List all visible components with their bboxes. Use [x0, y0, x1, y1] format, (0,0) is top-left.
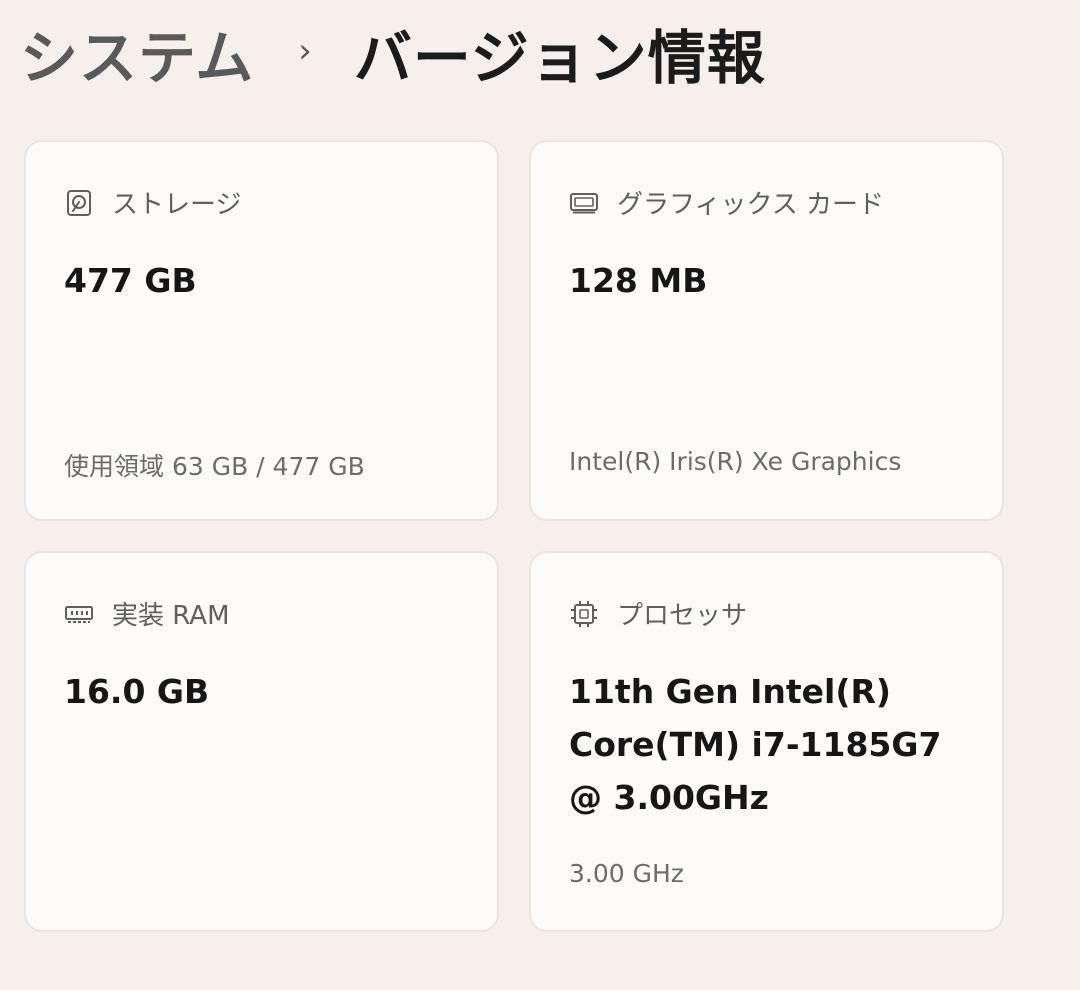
- graphics-card-icon: [569, 188, 599, 218]
- ram-value: 16.0 GB: [64, 672, 210, 711]
- storage-card-header: ストレージ: [64, 184, 241, 221]
- processor-chip-icon: [569, 599, 599, 629]
- storage-label: ストレージ: [112, 190, 242, 220]
- ram-card: 実装 RAM 16.0 GB: [24, 551, 499, 932]
- storage-value: 477 GB: [64, 261, 197, 300]
- graphics-memory-value: 128 MB: [569, 261, 708, 300]
- storage-card: ストレージ 477 GB 使用領域 63 GB / 477 GB: [24, 140, 499, 521]
- ram-card-header: 実装 RAM: [64, 595, 230, 632]
- ram-label: 実装 RAM: [112, 601, 230, 631]
- breadcrumb-chevron-icon: ›: [298, 31, 312, 71]
- processor-card-header: プロセッサ: [569, 595, 747, 632]
- processor-card: プロセッサ 11th Gen Intel(R) Core(TM) i7-1185…: [529, 551, 1004, 932]
- storage-usage-detail: 使用領域 63 GB / 477 GB: [64, 452, 365, 481]
- processor-speed: 3.00 GHz: [569, 859, 684, 888]
- breadcrumb-system-link[interactable]: システム: [20, 11, 254, 95]
- graphics-card-card: グラフィックス カード 128 MB Intel(R) Iris(R) Xe G…: [529, 140, 1004, 521]
- breadcrumb: システム › バージョン情報: [20, 8, 766, 98]
- processor-name: 11th Gen Intel(R) Core(TM) i7-1185G7 @ 3…: [569, 672, 942, 817]
- graphics-adapter-name: Intel(R) Iris(R) Xe Graphics: [569, 447, 902, 476]
- memory-icon: [64, 599, 94, 629]
- page-title: バージョン情報: [353, 24, 766, 92]
- hard-drive-icon: [64, 188, 94, 218]
- graphics-card-header: グラフィックス カード: [569, 184, 884, 221]
- graphics-card-label: グラフィックス カード: [617, 190, 884, 220]
- processor-label: プロセッサ: [617, 601, 748, 631]
